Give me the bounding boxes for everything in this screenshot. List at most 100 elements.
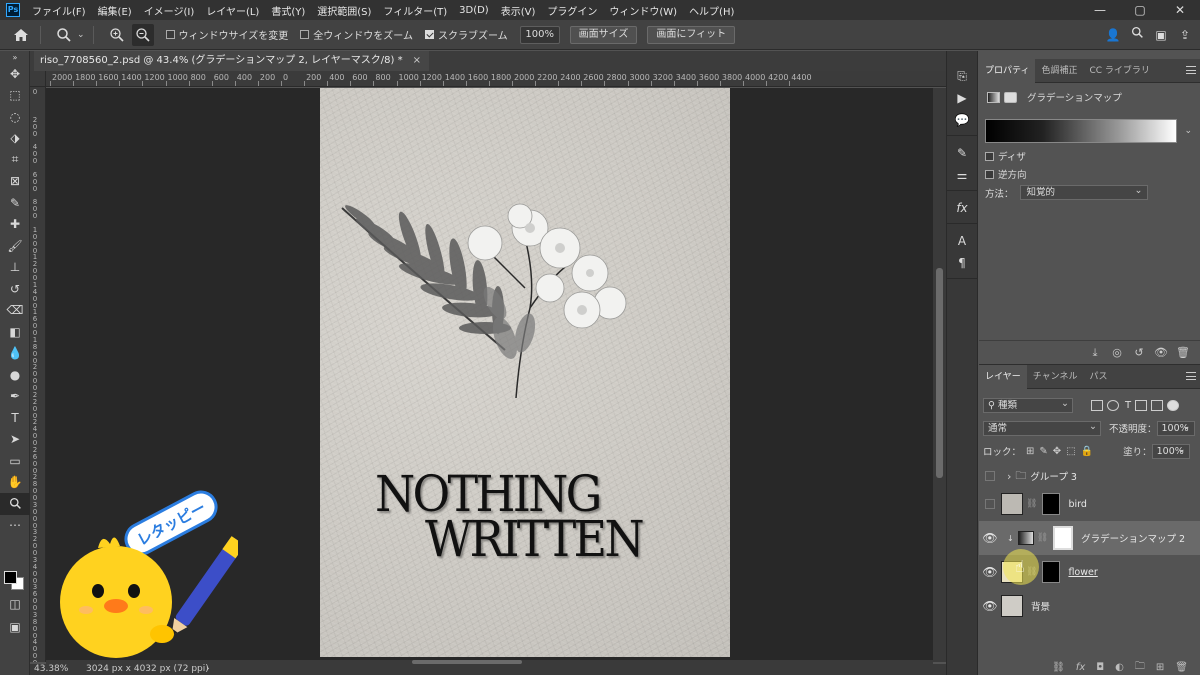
menu-select[interactable]: 選択範囲(S) <box>311 3 377 18</box>
ruler-origin[interactable] <box>30 71 46 87</box>
document-tab[interactable]: riso_7708560_2.psd @ 43.4% (グラデーションマップ 2… <box>34 51 430 71</box>
filter-kind-select[interactable]: ⚲ 種類 <box>983 397 1073 413</box>
layer-row-group-3[interactable]: › 🗀 グループ 3 <box>979 465 1200 487</box>
layer-name[interactable]: bird <box>1068 499 1086 510</box>
lock-transparent-icon[interactable]: ⊞ <box>1026 446 1034 457</box>
pen-tool-icon[interactable]: ✒ <box>0 386 30 408</box>
eraser-tool-icon[interactable]: ⌫ <box>0 300 30 322</box>
quick-mask-icon[interactable]: ◫ <box>0 593 30 615</box>
menu-filter[interactable]: フィルター(T) <box>377 3 453 18</box>
reset-icon[interactable]: ↺ <box>1132 346 1146 359</box>
layer-mask-thumbnail[interactable] <box>1042 493 1061 515</box>
blend-mode-select[interactable]: 通常 <box>983 420 1101 436</box>
lock-position-icon[interactable]: ✥ <box>1053 446 1061 457</box>
type-filter-icon[interactable]: T <box>1125 400 1131 411</box>
status-menu-arrow-icon[interactable]: › <box>206 664 210 675</box>
dodge-tool-icon[interactable]: ● <box>0 364 30 386</box>
close-tab-icon[interactable]: × <box>413 55 421 66</box>
crop-tool-icon[interactable]: ⌗ <box>0 149 30 171</box>
menu-layer[interactable]: レイヤー(L) <box>200 3 265 18</box>
menu-window[interactable]: ウィンドウ(W) <box>603 3 683 18</box>
dither-option[interactable]: ディザ <box>985 149 1200 163</box>
move-tool-icon[interactable]: ✥ <box>0 63 30 85</box>
actions-play-icon[interactable]: ▶ <box>947 87 977 109</box>
adjustment-filter-icon[interactable] <box>1107 399 1119 411</box>
eye-icon[interactable]: 👁 <box>979 531 1001 545</box>
hand-tool-icon[interactable]: ✋ <box>0 472 30 494</box>
filter-toggle-icon[interactable] <box>1167 399 1180 411</box>
eye-icon[interactable]: 👁 <box>979 565 1001 579</box>
shape-filter-icon[interactable] <box>1135 399 1148 411</box>
screen-mode-icon[interactable]: ▣ <box>0 616 30 638</box>
zoom-value-field[interactable]: 100% <box>519 25 560 44</box>
horizontal-ruler[interactable]: 2000 1800 1600 1400 1200 1000 800 600 400 200 0 200… <box>46 71 946 87</box>
visibility-icon[interactable]: 👁 <box>1154 346 1168 359</box>
menu-file[interactable]: ファイル(F) <box>26 3 92 18</box>
new-layer-icon[interactable]: ⊞ <box>1156 662 1164 673</box>
layer-name[interactable]: グラデーションマップ 2 <box>1081 531 1185 545</box>
new-group-icon[interactable]: 🗀 <box>1135 659 1145 675</box>
gradient-map-icon[interactable] <box>1017 531 1034 545</box>
paragraph-panel-icon[interactable]: ¶ <box>947 252 977 274</box>
fill-screen-button[interactable]: 画面にフィット <box>647 25 736 44</box>
link-icon[interactable]: ⛓ <box>1026 499 1037 509</box>
fit-screen-button[interactable]: 画面サイズ <box>569 25 638 44</box>
rectangle-tool-icon[interactable]: ▭ <box>0 450 30 472</box>
vertical-scroll-thumb[interactable] <box>936 268 943 478</box>
layer-mask-thumbnail[interactable] <box>1042 561 1061 583</box>
mask-icon[interactable] <box>1004 91 1017 103</box>
lock-artboard-icon[interactable]: ⬚ <box>1066 446 1075 457</box>
menu-help[interactable]: ヘルプ(H) <box>683 3 740 18</box>
history-brush-tool-icon[interactable]: ↺ <box>0 278 30 300</box>
checkbox-checked[interactable] <box>424 30 434 39</box>
view-previous-icon[interactable]: ◎ <box>1110 346 1124 359</box>
add-mask-icon[interactable]: ◘ <box>1096 662 1104 673</box>
vertical-ruler[interactable]: 0 200 400 600 800 1000 1200 1400 1600 1800 2000 220… <box>30 87 46 662</box>
collapse-icon[interactable]: » <box>0 51 30 63</box>
resize-windows-checkbox[interactable]: ウィンドウサイズを変更 <box>165 27 288 42</box>
visibility-toggle[interactable] <box>985 499 995 509</box>
zoom-all-windows-checkbox[interactable]: 全ウィンドウをズーム <box>300 27 413 42</box>
adjustments-icon[interactable]: ⚌ <box>947 164 977 186</box>
blur-tool-icon[interactable]: 💧 <box>0 343 30 365</box>
tab-adjustments[interactable]: 色調補正 <box>1035 59 1083 83</box>
vertical-scrollbar[interactable] <box>933 88 946 662</box>
chevron-down-icon[interactable]: ⌄ <box>1184 126 1192 136</box>
type-tool-icon[interactable]: T <box>0 407 30 429</box>
zoom-in-icon[interactable] <box>106 24 128 46</box>
menu-3d[interactable]: 3D(D) <box>453 5 495 16</box>
tab-paths[interactable]: パス <box>1083 365 1113 389</box>
link-icon[interactable]: ⛓ <box>1037 533 1048 543</box>
tab-cc-libraries[interactable]: CC ライブラリ <box>1083 59 1155 83</box>
close-window-button[interactable]: ✕ <box>1160 0 1200 20</box>
brush-settings-icon[interactable]: ✎ <box>947 142 977 164</box>
fill-field[interactable]: 100% <box>1151 443 1190 459</box>
reverse-option[interactable]: 逆方向 <box>985 167 1200 181</box>
new-adjustment-icon[interactable]: ◐ <box>1115 662 1124 673</box>
share-user-icon[interactable]: 👤 <box>1104 24 1122 46</box>
menu-plugins[interactable]: プラグイン <box>541 3 603 18</box>
lock-image-icon[interactable]: ✎ <box>1039 446 1047 457</box>
zoom-level-status[interactable]: 43.38% <box>34 664 68 675</box>
scrubby-zoom-checkbox[interactable]: スクラブズーム <box>424 27 508 42</box>
maximize-button[interactable]: ▢ <box>1120 0 1160 20</box>
layer-mask-thumbnail[interactable] <box>1053 526 1074 550</box>
document-canvas[interactable]: NOTHING WRITTEN <box>320 88 730 657</box>
more-tools-icon[interactable]: ⋯ <box>0 515 30 537</box>
checkbox-box[interactable] <box>300 30 310 39</box>
healing-brush-tool-icon[interactable]: ✚ <box>0 214 30 236</box>
character-panel-icon[interactable]: A <box>947 230 977 252</box>
menu-edit[interactable]: 編集(E) <box>92 3 138 18</box>
clone-stamp-tool-icon[interactable]: ⊥ <box>0 257 30 279</box>
checkbox-box[interactable] <box>985 169 994 179</box>
layer-row-bird[interactable]: ⛓ bird <box>979 487 1200 521</box>
gradient-tool-icon[interactable]: ◧ <box>0 321 30 343</box>
visibility-toggle[interactable] <box>985 471 995 481</box>
menu-image[interactable]: イメージ(I) <box>138 3 201 18</box>
foreground-color-swatch[interactable] <box>4 571 17 584</box>
gradient-preview[interactable]: ⌄ <box>985 119 1192 143</box>
smart-object-filter-icon[interactable] <box>1151 399 1164 411</box>
panel-menu-icon[interactable] <box>1186 372 1196 380</box>
chevron-down-icon[interactable]: ⌄ <box>77 30 85 40</box>
layer-name[interactable]: グループ 3 <box>1030 469 1077 483</box>
